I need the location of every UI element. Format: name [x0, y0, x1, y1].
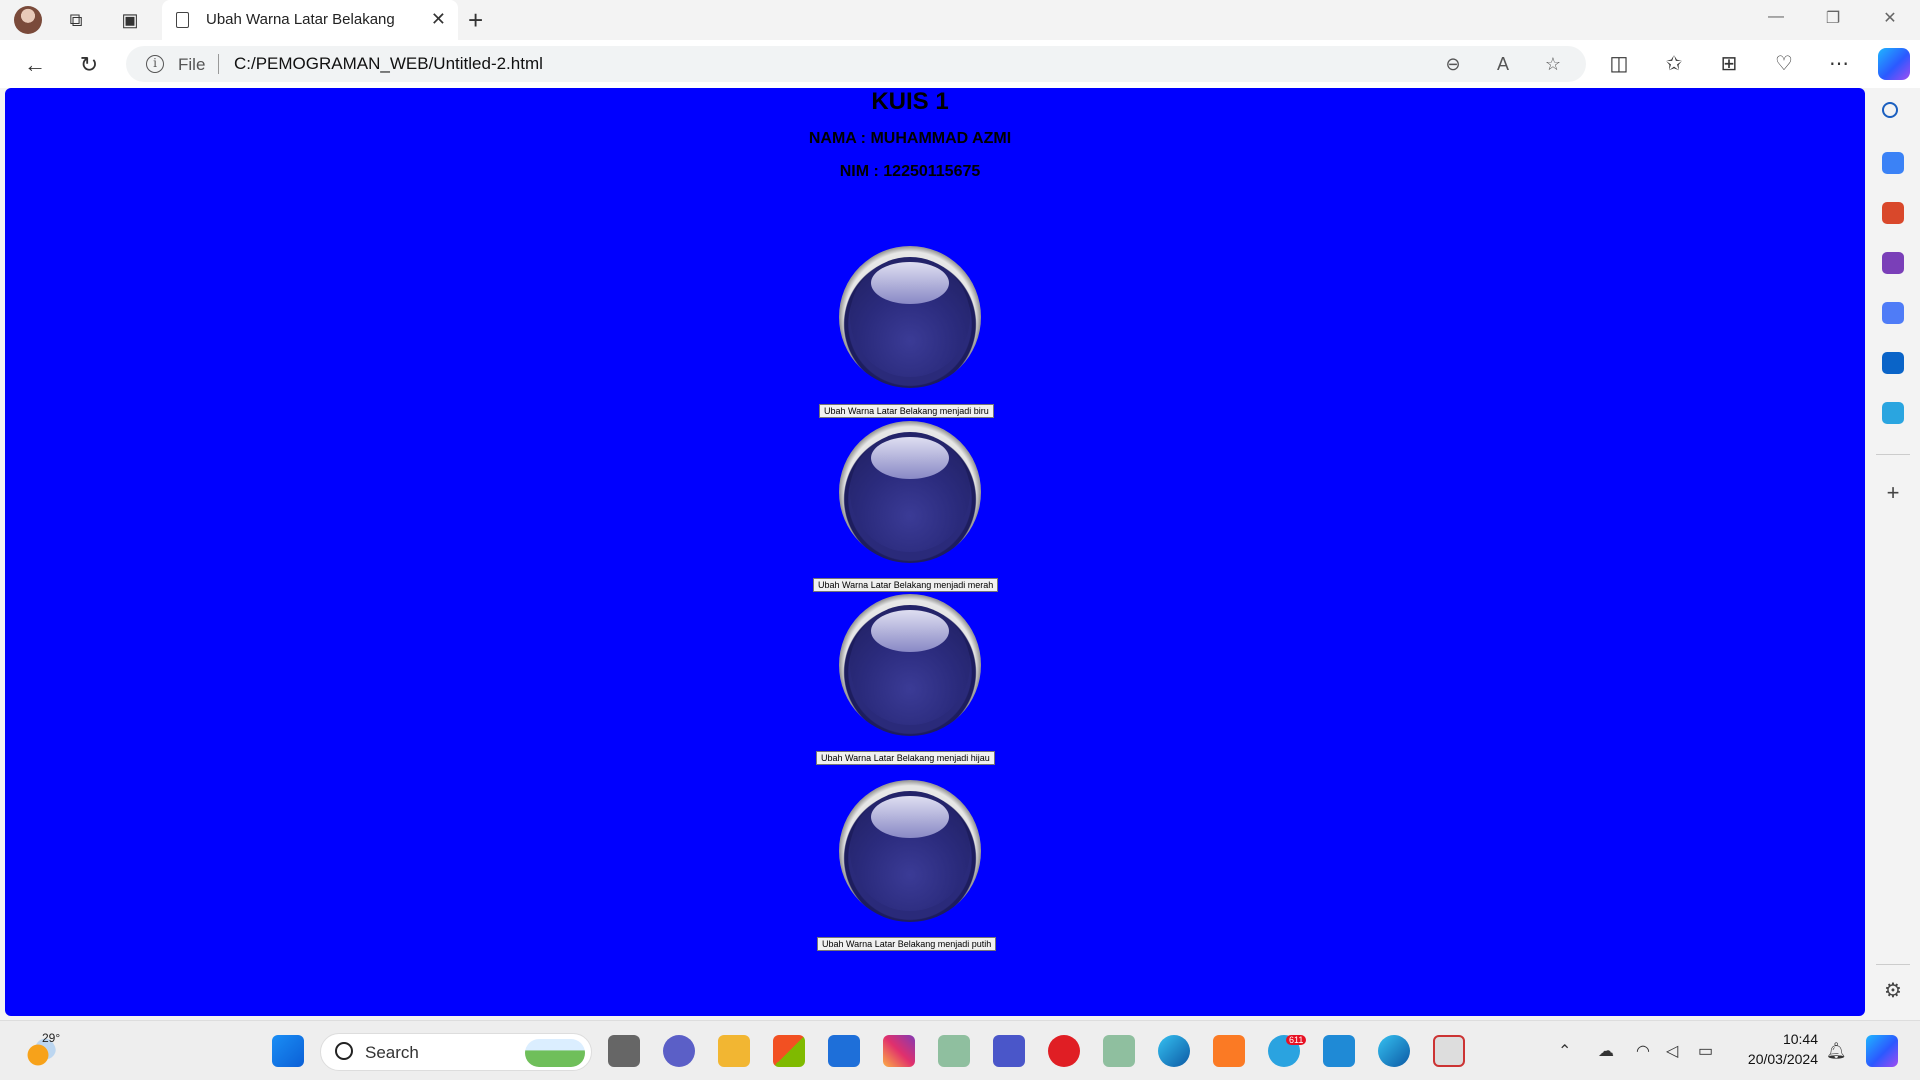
refresh-button[interactable]: ↻ [74, 50, 104, 80]
tab-active[interactable]: Ubah Warna Latar Belakang ✕ [162, 0, 458, 40]
games-icon[interactable] [1882, 252, 1904, 274]
search-icon [335, 1042, 353, 1060]
divider [218, 54, 219, 74]
chat-icon[interactable] [663, 1035, 695, 1067]
app-icon[interactable] [938, 1035, 970, 1067]
clock-date: 20/03/2024 [1747, 1051, 1818, 1067]
edge-icon[interactable] [1158, 1035, 1190, 1067]
document-icon [176, 12, 189, 28]
wifi-icon[interactable]: ◠ [1636, 1041, 1650, 1061]
chevron-up-icon[interactable]: ⌃ [1558, 1041, 1571, 1061]
battery-icon[interactable]: ▭ [1698, 1041, 1713, 1061]
collections-icon[interactable]: ⧉ [64, 8, 88, 32]
close-tab-icon[interactable]: ✕ [431, 9, 446, 30]
color-orb-icon[interactable] [839, 421, 981, 563]
clock[interactable]: 10:44 20/03/2024 [1738, 1029, 1818, 1069]
collections-icon[interactable]: ⊞ [1715, 50, 1743, 78]
address-bar[interactable]: i File C:/PEMOGRAMAN_WEB/Untitled-2.html… [126, 46, 1586, 82]
split-screen-icon[interactable]: ◫ [1605, 50, 1633, 78]
file-explorer-icon[interactable] [718, 1035, 750, 1067]
info-icon[interactable]: i [146, 55, 164, 73]
app-icon[interactable] [1103, 1035, 1135, 1067]
volume-icon[interactable]: ◁ [1666, 1041, 1678, 1061]
vertical-tabs-icon[interactable]: ▣ [118, 8, 142, 32]
page-heading: KUIS 1 [871, 88, 949, 115]
search-placeholder: Search [365, 1043, 419, 1062]
color-orb-icon[interactable] [839, 780, 981, 922]
read-aloud-icon[interactable]: A [1492, 53, 1514, 75]
settings-gear-icon[interactable]: ⚙ [1882, 980, 1904, 1002]
edge-sidebar: + ⚙ [1866, 88, 1920, 1016]
taskbar: 29° Search 611 ⌃ ☁ ◠ ◁ ▭ 10:44 20/03/202… [0, 1020, 1920, 1080]
microsoft365-icon[interactable] [1882, 302, 1904, 324]
white-background-button[interactable]: Ubah Warna Latar Belakang menjadi putih [817, 937, 997, 951]
search-icon[interactable] [1882, 102, 1898, 118]
opera-icon[interactable] [1048, 1035, 1080, 1067]
windows-start-icon[interactable] [272, 1035, 304, 1067]
store-icon[interactable] [773, 1035, 805, 1067]
xampp-icon[interactable] [1213, 1035, 1245, 1067]
search-highlight-image [525, 1039, 585, 1067]
red-background-button[interactable]: Ubah Warna Latar Belakang menjadi merah [813, 578, 999, 592]
url-text[interactable]: C:/PEMOGRAMAN_WEB/Untitled-2.html [234, 54, 543, 74]
file-scheme-label: File [178, 55, 206, 74]
mail-icon[interactable] [828, 1035, 860, 1067]
outlook-icon[interactable] [1882, 352, 1904, 374]
favorite-star-icon[interactable]: ☆ [1542, 53, 1564, 75]
minimize-button[interactable]: — [1764, 8, 1788, 26]
student-nim: NIM : 12250115675 [839, 163, 981, 180]
copilot-icon[interactable] [1866, 1035, 1898, 1067]
temperature: 29° [42, 1031, 61, 1045]
tab-strip: ⧉ ▣ Ubah Warna Latar Belakang ✕ + — ❐ ✕ [0, 0, 1920, 40]
more-options-icon[interactable]: ⋯ [1825, 50, 1853, 78]
blue-background-button[interactable]: Ubah Warna Latar Belakang menjadi biru [819, 404, 994, 418]
taskbar-search[interactable]: Search [320, 1033, 592, 1071]
app-icon[interactable] [993, 1035, 1025, 1067]
clock-time: 10:44 [1782, 1031, 1818, 1047]
color-orb-icon[interactable] [839, 594, 981, 736]
send-icon[interactable] [1882, 402, 1904, 424]
tab-title: Ubah Warna Latar Belakang [206, 11, 395, 28]
green-background-button[interactable]: Ubah Warna Latar Belakang menjadi hijau [816, 751, 995, 765]
browser-essentials-icon[interactable]: ♡ [1770, 50, 1798, 78]
add-icon[interactable]: + [1882, 482, 1904, 504]
snipping-tool-icon[interactable] [1433, 1035, 1465, 1067]
navigation-bar: ← ↻ i File C:/PEMOGRAMAN_WEB/Untitled-2.… [0, 40, 1920, 88]
close-window-button[interactable]: ✕ [1878, 8, 1902, 28]
sidebar-divider [1876, 964, 1910, 965]
favorites-icon[interactable]: ✩ [1660, 50, 1688, 78]
shopping-tag-icon[interactable] [1882, 152, 1904, 174]
vscode-icon[interactable] [1323, 1035, 1355, 1067]
task-view-icon[interactable] [608, 1035, 640, 1067]
notification-badge: 611 [1286, 1035, 1307, 1045]
back-button[interactable]: ← [20, 50, 50, 80]
zoom-out-icon[interactable]: ⊖ [1442, 53, 1464, 75]
new-tab-button[interactable]: + [468, 5, 483, 35]
color-orb-icon[interactable] [839, 246, 981, 388]
instagram-icon[interactable] [883, 1035, 915, 1067]
page-content: KUIS 1 NAMA : MUHAMMAD AZMI NIM : 122501… [5, 88, 1865, 1016]
onedrive-icon[interactable]: ☁ [1598, 1041, 1614, 1061]
profile-avatar[interactable] [14, 6, 42, 34]
sidebar-divider [1876, 454, 1910, 455]
restore-button[interactable]: ❐ [1821, 8, 1845, 28]
notification-bell-icon[interactable]: 🔔︎ [1826, 1041, 1846, 1061]
tools-icon[interactable] [1882, 202, 1904, 224]
student-name: NAMA : MUHAMMAD AZMI [808, 130, 1012, 147]
page-viewport: KUIS 1 NAMA : MUHAMMAD AZMI NIM : 122501… [5, 88, 1865, 1016]
edge-icon[interactable] [1378, 1035, 1410, 1067]
copilot-icon[interactable] [1878, 48, 1910, 80]
